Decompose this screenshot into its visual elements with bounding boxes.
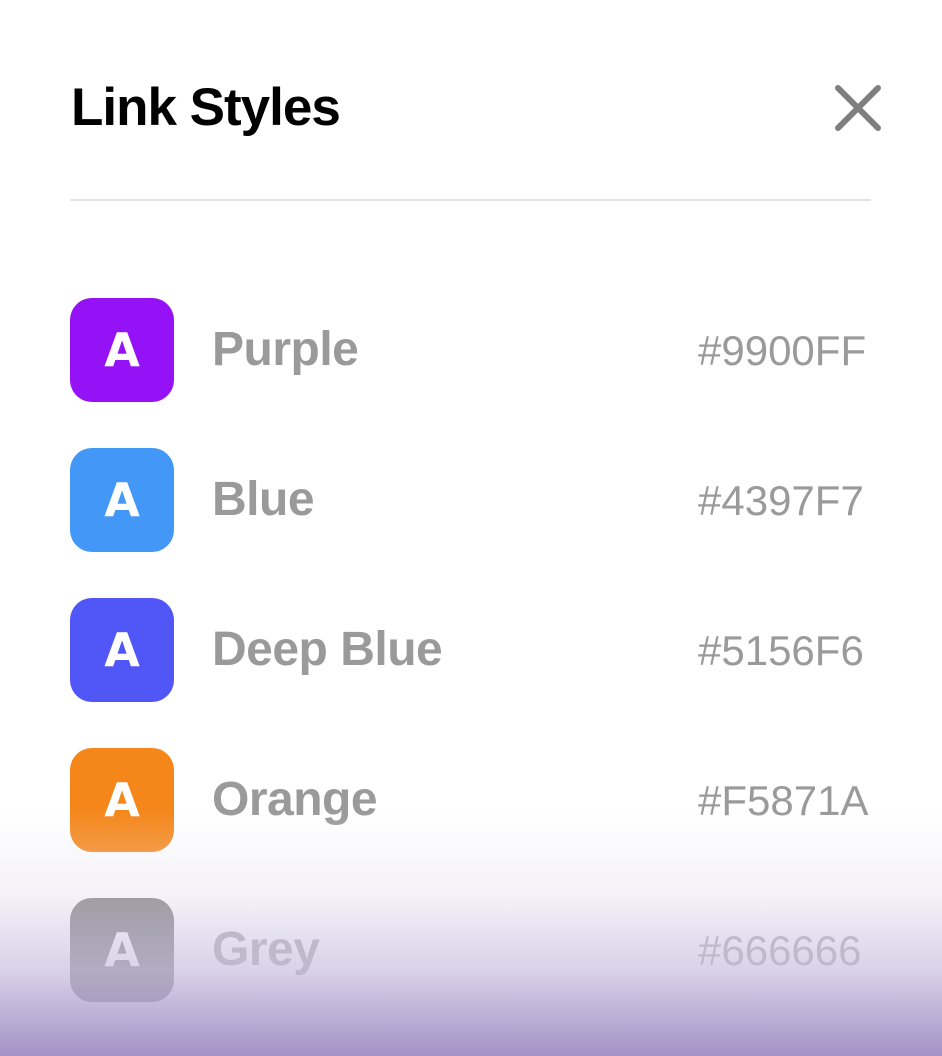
color-swatch: A (70, 298, 174, 402)
style-name: Deep Blue (212, 623, 443, 676)
color-swatch: A (70, 448, 174, 552)
hex-value: #F5871A (698, 777, 869, 824)
color-swatch: A (70, 898, 174, 1002)
link-style-option-orange[interactable]: A Orange #F5871A (70, 748, 890, 852)
text-style-icon: A (104, 623, 140, 677)
hex-value: #666666 (698, 927, 862, 974)
style-name: Blue (212, 473, 315, 526)
header-divider (70, 199, 871, 201)
link-style-option-deep-blue[interactable]: A Deep Blue #5156F6 (70, 598, 890, 702)
hex-value: #9900FF (698, 327, 867, 374)
hex-value: #4397F7 (698, 477, 864, 524)
page-title: Link Styles (71, 78, 341, 137)
link-style-option-grey[interactable]: A Grey #666666 (70, 898, 890, 1002)
close-button[interactable] (828, 78, 888, 138)
link-style-list: A Purple #9900FF A Blue #4397F7 A Deep B… (70, 298, 890, 1048)
style-name: Purple (212, 323, 359, 376)
link-styles-panel: Link Styles A Purple #9900FF A Blue #439… (0, 0, 942, 1056)
color-swatch: A (70, 748, 174, 852)
text-style-icon: A (104, 923, 140, 977)
link-style-option-blue[interactable]: A Blue #4397F7 (70, 448, 890, 552)
hex-value: #5156F6 (698, 627, 864, 674)
text-style-icon: A (104, 773, 140, 827)
text-style-icon: A (104, 323, 140, 377)
color-swatch: A (70, 598, 174, 702)
style-name: Orange (212, 773, 378, 826)
link-style-option-purple[interactable]: A Purple #9900FF (70, 298, 890, 402)
text-style-icon: A (104, 473, 140, 527)
style-name: Grey (212, 923, 320, 976)
close-icon (828, 78, 888, 138)
